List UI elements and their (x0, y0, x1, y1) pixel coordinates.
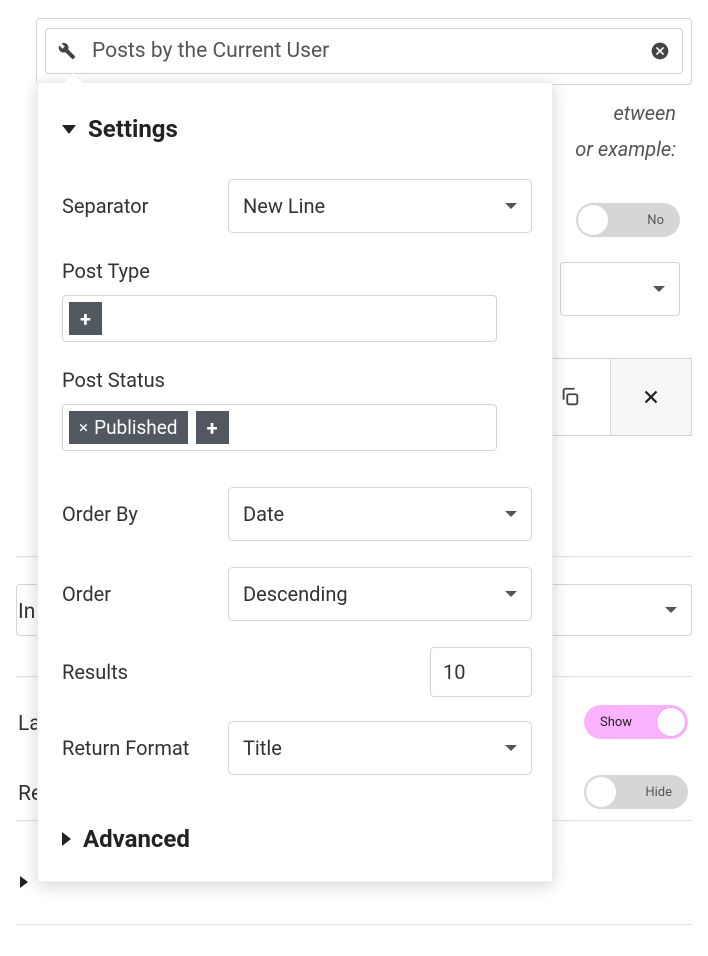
results-label: Results (62, 660, 128, 684)
return-format-value: Title (243, 736, 505, 760)
return-format-select[interactable]: Title (228, 721, 532, 775)
chevron-down-icon (505, 591, 517, 597)
toggle-no-container: No (576, 203, 680, 237)
separator-row: Separator New Line (62, 179, 532, 233)
order-label: Order (62, 582, 228, 606)
add-post-type-button[interactable]: + (69, 302, 102, 335)
close-icon (640, 386, 662, 408)
chevron-down-icon (665, 607, 677, 613)
add-post-status-button[interactable]: + (196, 411, 229, 444)
return-format-row: Return Format Title (62, 721, 532, 775)
separator-value: New Line (243, 194, 505, 218)
tag-label: Published (94, 416, 177, 439)
toggle-label: No (647, 213, 664, 228)
order-value: Descending (243, 582, 505, 606)
toggle-label: Hide (645, 785, 672, 800)
show-toggle[interactable]: Show (584, 705, 688, 739)
settings-popover: Settings Separator New Line Post Type + … (37, 82, 553, 882)
settings-title: Settings (88, 115, 178, 143)
bg-action-buttons (529, 358, 692, 436)
toggle-knob (656, 707, 686, 737)
config-card: Posts by the Current User (36, 18, 692, 85)
post-status-input[interactable]: × Published + (62, 404, 497, 451)
clear-icon[interactable] (650, 41, 670, 61)
results-row: Results (62, 647, 532, 697)
post-type-label: Post Type (62, 259, 532, 283)
post-status-row: Post Status × Published + (62, 368, 532, 451)
order-by-value: Date (243, 502, 505, 526)
chevron-down-icon (505, 511, 517, 517)
toggle-knob (578, 205, 608, 235)
post-type-input[interactable]: + (62, 295, 497, 342)
remove-tag-icon[interactable]: × (79, 418, 88, 438)
toggle-knob (586, 777, 616, 807)
separator-label: Separator (62, 194, 228, 218)
chevron-down-icon (505, 203, 517, 209)
published-tag: × Published (69, 411, 188, 444)
order-by-select[interactable]: Date (228, 487, 532, 541)
order-row: Order Descending (62, 567, 532, 621)
divider (16, 924, 692, 925)
advanced-title: Advanced (83, 825, 190, 853)
hide-toggle[interactable]: Hide (584, 775, 688, 809)
return-format-label: Return Format (62, 736, 228, 760)
order-select[interactable]: Descending (228, 567, 532, 621)
chevron-down-icon (653, 286, 665, 292)
bg-select-1[interactable] (560, 262, 680, 316)
wrench-icon (58, 42, 76, 60)
toggle-hide-container: Hide (584, 775, 688, 809)
chevron-down-icon (505, 745, 517, 751)
separator-select[interactable]: New Line (228, 179, 532, 233)
delete-button[interactable] (610, 358, 692, 436)
results-input[interactable] (430, 647, 532, 697)
expand-caret-icon[interactable] (20, 876, 28, 888)
advanced-section-header[interactable]: Advanced (62, 825, 532, 853)
order-by-row: Order By Date (62, 487, 532, 541)
toggle-label: Show (600, 715, 632, 730)
bg-hint-text: etween or example: (575, 95, 676, 167)
title-text: Posts by the Current User (92, 39, 650, 63)
post-type-row: Post Type + (62, 259, 532, 342)
toggle-show-container: Show (584, 705, 688, 739)
post-status-label: Post Status (62, 368, 532, 392)
caret-down-icon (62, 125, 76, 134)
caret-right-icon (62, 832, 71, 846)
order-by-label: Order By (62, 502, 228, 526)
no-toggle[interactable]: No (576, 203, 680, 237)
copy-icon (559, 386, 581, 408)
settings-section-header[interactable]: Settings (62, 115, 532, 143)
title-field[interactable]: Posts by the Current User (45, 28, 683, 74)
